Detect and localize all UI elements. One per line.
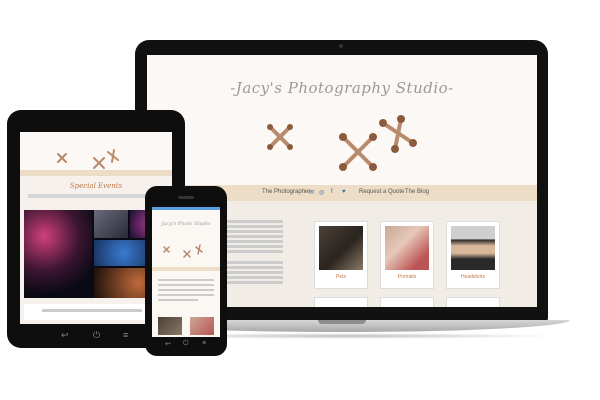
nav-blog[interactable]: The Blog <box>405 189 429 195</box>
gallery-card[interactable] <box>380 297 434 307</box>
email-icon[interactable]: ✉ <box>309 189 314 196</box>
instagram-icon[interactable]: ◎ <box>319 189 324 196</box>
gallery-card[interactable] <box>314 297 368 307</box>
menu-icon[interactable]: ≡ <box>202 340 206 347</box>
section-text <box>28 194 164 198</box>
gallery-card-pets[interactable]: Pets <box>314 221 368 289</box>
power-icon[interactable]: ⏻ <box>183 340 189 348</box>
phone-text <box>158 294 214 296</box>
phone-text <box>158 299 198 301</box>
phone-speaker <box>178 196 194 199</box>
twitter-icon[interactable]: ♥ <box>342 189 346 195</box>
jacks-logo-icon <box>57 149 119 169</box>
event-photo[interactable] <box>94 210 128 238</box>
gallery-card[interactable] <box>446 297 500 307</box>
jacks-logo-icon <box>267 115 417 171</box>
tablet-header <box>20 132 172 170</box>
body-text-placeholder <box>225 218 283 286</box>
phone-text <box>158 279 214 281</box>
gallery-label[interactable]: Headshots <box>447 274 499 280</box>
laptop-notch <box>318 320 366 324</box>
tablet-nav-bar[interactable] <box>20 170 172 176</box>
back-icon[interactable]: ↩ <box>61 330 69 341</box>
phone-nav-bar[interactable] <box>152 267 220 271</box>
pets-photo <box>319 226 363 270</box>
gallery-label[interactable]: Pets <box>315 274 367 280</box>
phone-gallery-thumb[interactable] <box>190 317 214 335</box>
gallery-card-portraits[interactable]: Portraits <box>380 221 434 289</box>
phone-gallery-thumb[interactable] <box>158 317 182 335</box>
gallery-label[interactable]: Portraits <box>381 274 433 280</box>
laptop-camera-icon <box>339 44 343 48</box>
nav-request-quote[interactable]: Request a Quote <box>359 189 404 195</box>
facebook-icon[interactable]: f <box>331 189 333 195</box>
headshots-photo <box>451 226 495 270</box>
phone-screen: Jacy's Photo Studio <box>152 207 220 337</box>
footer-text <box>42 309 142 312</box>
portraits-photo <box>385 226 429 270</box>
back-icon[interactable]: ↩ <box>165 340 171 348</box>
site-header: -Jacy's Photography Studio- <box>147 55 537 185</box>
gallery-card-headshots[interactable]: Headshots <box>446 221 500 289</box>
concert-photo[interactable] <box>24 210 92 298</box>
phone-text <box>158 289 214 291</box>
power-icon[interactable]: ⏻ <box>93 330 100 341</box>
phone-text <box>158 284 214 286</box>
menu-icon[interactable]: ≡ <box>123 330 128 340</box>
nav-photographer[interactable]: The Photographer <box>262 189 310 195</box>
